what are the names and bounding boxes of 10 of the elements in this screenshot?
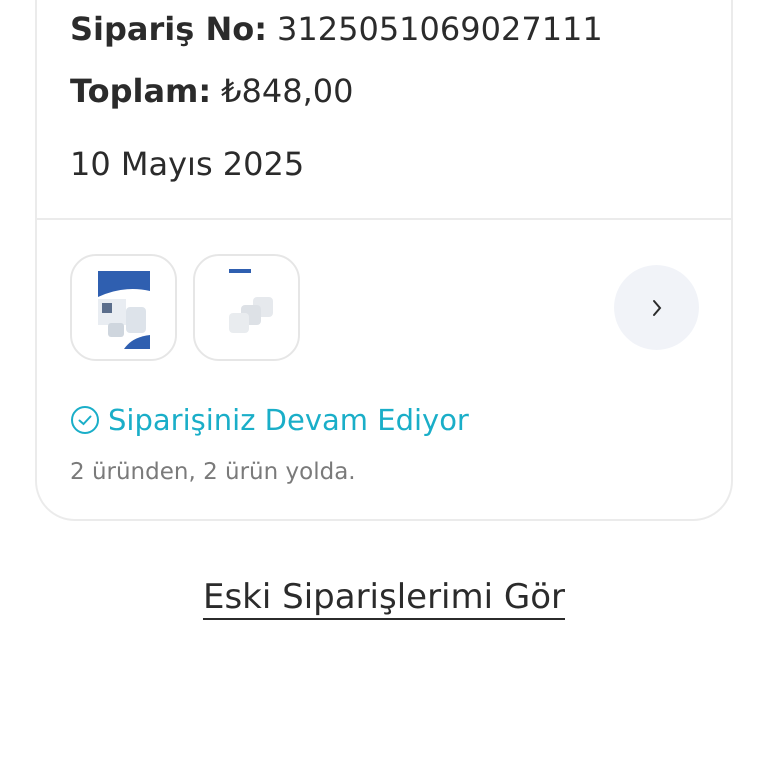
product-thumbnail[interactable] (70, 254, 177, 361)
product-thumbnail[interactable] (193, 254, 300, 361)
order-number: Sipariş No: 3125051069027111 (70, 9, 604, 50)
chevron-right-icon (652, 298, 662, 316)
old-orders-link[interactable]: Eski Siparişlerimi Gör (202, 577, 565, 617)
check-circle-icon (70, 405, 100, 435)
shipment-summary: 2 üründen, 2 ürün yolda. (70, 459, 357, 485)
order-date: 10 Mayıs 2025 (70, 144, 306, 184)
order-total: Toplam: ₺848,00 (70, 70, 354, 112)
order-status: Siparişiniz Devam Ediyor (108, 403, 469, 437)
